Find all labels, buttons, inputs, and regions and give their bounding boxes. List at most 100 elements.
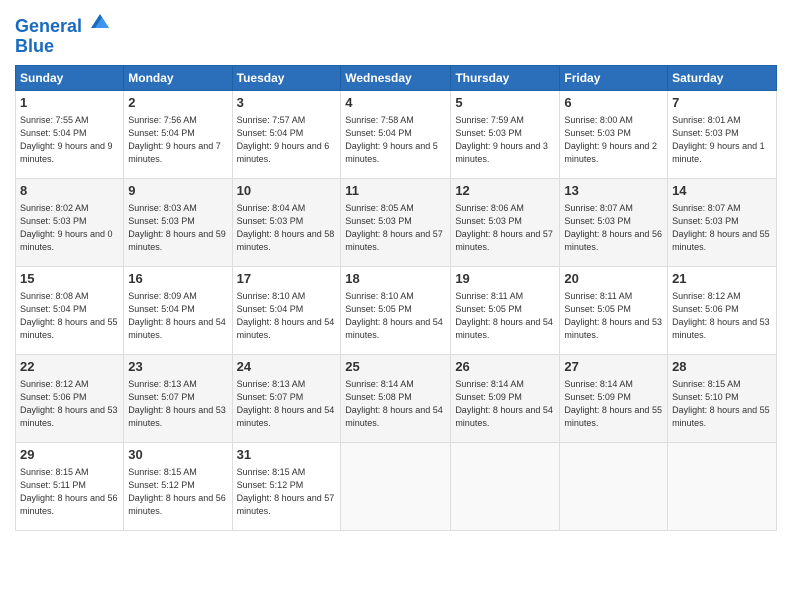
calendar-cell: 10 Sunrise: 8:04 AM Sunset: 5:03 PM Dayli… xyxy=(232,178,341,266)
day-info: Sunrise: 8:04 AM Sunset: 5:03 PM Dayligh… xyxy=(237,202,337,254)
calendar-cell xyxy=(668,442,777,530)
day-info: Sunrise: 7:55 AM Sunset: 5:04 PM Dayligh… xyxy=(20,114,119,166)
day-number: 10 xyxy=(237,182,337,200)
calendar-week-4: 22 Sunrise: 8:12 AM Sunset: 5:06 PM Dayli… xyxy=(16,354,777,442)
day-info: Sunrise: 8:15 AM Sunset: 5:11 PM Dayligh… xyxy=(20,466,119,518)
day-info: Sunrise: 8:15 AM Sunset: 5:12 PM Dayligh… xyxy=(237,466,337,518)
day-info: Sunrise: 8:13 AM Sunset: 5:07 PM Dayligh… xyxy=(237,378,337,430)
calendar-cell: 19 Sunrise: 8:11 AM Sunset: 5:05 PM Dayli… xyxy=(451,266,560,354)
calendar-cell: 5Sunrise: 7:59 AM Sunset: 5:03 PM Daylig… xyxy=(451,90,560,178)
day-info: Sunrise: 8:03 AM Sunset: 5:03 PM Dayligh… xyxy=(128,202,227,254)
day-number: 12 xyxy=(455,182,555,200)
day-info: Sunrise: 8:06 AM Sunset: 5:03 PM Dayligh… xyxy=(455,202,555,254)
calendar-cell: 11Sunrise: 8:05 AM Sunset: 5:03 PM Dayli… xyxy=(341,178,451,266)
calendar-cell: 15 Sunrise: 8:08 AM Sunset: 5:04 PM Dayli… xyxy=(16,266,124,354)
calendar-cell: 14 Sunrise: 8:07 AM Sunset: 5:03 PM Dayli… xyxy=(668,178,777,266)
day-number: 19 xyxy=(455,270,555,288)
day-number: 14 xyxy=(672,182,772,200)
page-container: General Blue SundayMondayTuesdayWednesda… xyxy=(0,0,792,541)
day-number: 20 xyxy=(564,270,663,288)
day-info: Sunrise: 8:11 AM Sunset: 5:05 PM Dayligh… xyxy=(564,290,663,342)
day-number: 25 xyxy=(345,358,446,376)
day-info: Sunrise: 8:02 AM Sunset: 5:03 PM Dayligh… xyxy=(20,202,119,254)
day-number: 17 xyxy=(237,270,337,288)
weekday-header-tuesday: Tuesday xyxy=(232,65,341,90)
calendar-cell xyxy=(451,442,560,530)
calendar: SundayMondayTuesdayWednesdayThursdayFrid… xyxy=(15,65,777,531)
calendar-cell: 26Sunrise: 8:14 AM Sunset: 5:09 PM Dayli… xyxy=(451,354,560,442)
day-info: Sunrise: 8:00 AM Sunset: 5:03 PM Dayligh… xyxy=(564,114,663,166)
day-info: Sunrise: 8:12 AM Sunset: 5:06 PM Dayligh… xyxy=(672,290,772,342)
calendar-body: 1Sunrise: 7:55 AM Sunset: 5:04 PM Daylig… xyxy=(16,90,777,530)
day-info: Sunrise: 8:10 AM Sunset: 5:05 PM Dayligh… xyxy=(345,290,446,342)
day-number: 24 xyxy=(237,358,337,376)
day-number: 11 xyxy=(345,182,446,200)
day-number: 21 xyxy=(672,270,772,288)
day-info: Sunrise: 8:14 AM Sunset: 5:09 PM Dayligh… xyxy=(564,378,663,430)
calendar-cell: 29 Sunrise: 8:15 AM Sunset: 5:11 PM Dayli… xyxy=(16,442,124,530)
day-info: Sunrise: 8:15 AM Sunset: 5:10 PM Dayligh… xyxy=(672,378,772,430)
day-info: Sunrise: 8:12 AM Sunset: 5:06 PM Dayligh… xyxy=(20,378,119,430)
calendar-cell: 12 Sunrise: 8:06 AM Sunset: 5:03 PM Dayli… xyxy=(451,178,560,266)
logo-blue: Blue xyxy=(15,37,111,57)
day-number: 28 xyxy=(672,358,772,376)
day-number: 30 xyxy=(128,446,227,464)
calendar-cell: 28 Sunrise: 8:15 AM Sunset: 5:10 PM Dayli… xyxy=(668,354,777,442)
calendar-cell: 17Sunrise: 8:10 AM Sunset: 5:04 PM Dayli… xyxy=(232,266,341,354)
calendar-cell xyxy=(560,442,668,530)
calendar-cell: 9 Sunrise: 8:03 AM Sunset: 5:03 PM Daylig… xyxy=(124,178,232,266)
weekday-header-monday: Monday xyxy=(124,65,232,90)
calendar-cell: 27 Sunrise: 8:14 AM Sunset: 5:09 PM Dayli… xyxy=(560,354,668,442)
day-number: 5 xyxy=(455,94,555,112)
calendar-cell: 31Sunrise: 8:15 AM Sunset: 5:12 PM Dayli… xyxy=(232,442,341,530)
day-number: 27 xyxy=(564,358,663,376)
day-number: 3 xyxy=(237,94,337,112)
day-info: Sunrise: 8:07 AM Sunset: 5:03 PM Dayligh… xyxy=(564,202,663,254)
calendar-cell: 30 Sunrise: 8:15 AM Sunset: 5:12 PM Dayli… xyxy=(124,442,232,530)
day-number: 23 xyxy=(128,358,227,376)
calendar-cell: 7Sunrise: 8:01 AM Sunset: 5:03 PM Daylig… xyxy=(668,90,777,178)
day-number: 9 xyxy=(128,182,227,200)
logo: General Blue xyxy=(15,10,111,57)
day-info: Sunrise: 8:08 AM Sunset: 5:04 PM Dayligh… xyxy=(20,290,119,342)
day-number: 8 xyxy=(20,182,119,200)
day-info: Sunrise: 8:14 AM Sunset: 5:08 PM Dayligh… xyxy=(345,378,446,430)
calendar-week-2: 8 Sunrise: 8:02 AM Sunset: 5:03 PM Daylig… xyxy=(16,178,777,266)
calendar-cell: 13 Sunrise: 8:07 AM Sunset: 5:03 PM Dayli… xyxy=(560,178,668,266)
day-number: 4 xyxy=(345,94,446,112)
calendar-cell: 25 Sunrise: 8:14 AM Sunset: 5:08 PM Dayli… xyxy=(341,354,451,442)
calendar-cell: 22 Sunrise: 8:12 AM Sunset: 5:06 PM Dayli… xyxy=(16,354,124,442)
calendar-cell: 6 Sunrise: 8:00 AM Sunset: 5:03 PM Daylig… xyxy=(560,90,668,178)
header: General Blue xyxy=(15,10,777,57)
calendar-header-row: SundayMondayTuesdayWednesdayThursdayFrid… xyxy=(16,65,777,90)
day-info: Sunrise: 8:11 AM Sunset: 5:05 PM Dayligh… xyxy=(455,290,555,342)
calendar-cell: 24 Sunrise: 8:13 AM Sunset: 5:07 PM Dayli… xyxy=(232,354,341,442)
day-info: Sunrise: 8:09 AM Sunset: 5:04 PM Dayligh… xyxy=(128,290,227,342)
calendar-cell: 20 Sunrise: 8:11 AM Sunset: 5:05 PM Dayli… xyxy=(560,266,668,354)
weekday-header-friday: Friday xyxy=(560,65,668,90)
day-info: Sunrise: 8:15 AM Sunset: 5:12 PM Dayligh… xyxy=(128,466,227,518)
calendar-cell: 3Sunrise: 7:57 AM Sunset: 5:04 PM Daylig… xyxy=(232,90,341,178)
day-info: Sunrise: 7:58 AM Sunset: 5:04 PM Dayligh… xyxy=(345,114,446,166)
day-number: 29 xyxy=(20,446,119,464)
day-number: 15 xyxy=(20,270,119,288)
calendar-cell xyxy=(341,442,451,530)
logo-general: General xyxy=(15,16,82,36)
day-info: Sunrise: 7:56 AM Sunset: 5:04 PM Dayligh… xyxy=(128,114,227,166)
calendar-cell: 1Sunrise: 7:55 AM Sunset: 5:04 PM Daylig… xyxy=(16,90,124,178)
day-number: 2 xyxy=(128,94,227,112)
day-info: Sunrise: 8:07 AM Sunset: 5:03 PM Dayligh… xyxy=(672,202,772,254)
day-number: 13 xyxy=(564,182,663,200)
day-number: 26 xyxy=(455,358,555,376)
day-number: 22 xyxy=(20,358,119,376)
calendar-week-1: 1Sunrise: 7:55 AM Sunset: 5:04 PM Daylig… xyxy=(16,90,777,178)
logo-icon xyxy=(89,10,111,32)
calendar-cell: 16 Sunrise: 8:09 AM Sunset: 5:04 PM Dayli… xyxy=(124,266,232,354)
logo-text: General xyxy=(15,10,111,37)
day-number: 18 xyxy=(345,270,446,288)
day-number: 6 xyxy=(564,94,663,112)
weekday-header-saturday: Saturday xyxy=(668,65,777,90)
calendar-cell: 21 Sunrise: 8:12 AM Sunset: 5:06 PM Dayli… xyxy=(668,266,777,354)
day-info: Sunrise: 8:01 AM Sunset: 5:03 PM Dayligh… xyxy=(672,114,772,166)
day-number: 16 xyxy=(128,270,227,288)
